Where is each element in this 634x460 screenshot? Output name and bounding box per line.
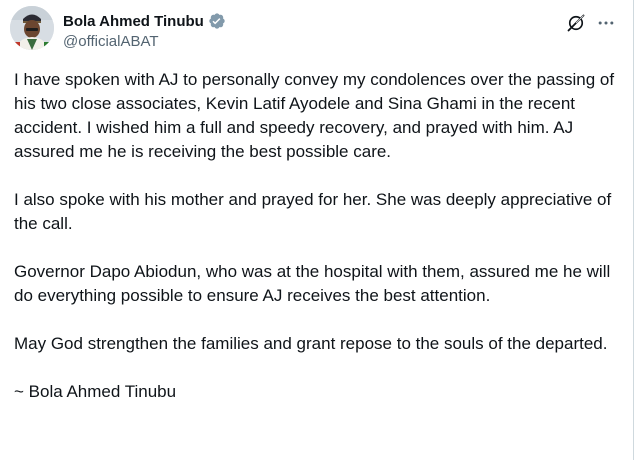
post-paragraph: I have spoken with AJ to personally conv… (14, 70, 615, 161)
verified-badge-icon (208, 12, 226, 30)
display-name[interactable]: Bola Ahmed Tinubu (63, 13, 204, 30)
user-handle[interactable]: @officialABAT (63, 33, 159, 50)
post-paragraph: I also spoke with his mother and prayed … (14, 190, 612, 233)
post-header: Bola Ahmed Tinubu @officialABAT (0, 0, 633, 62)
name-row: Bola Ahmed Tinubu (63, 11, 226, 31)
more-horizontal-icon[interactable] (594, 11, 618, 35)
post-paragraph: May God strengthen the families and gran… (14, 334, 608, 353)
post-signature: ~ Bola Ahmed Tinubu (14, 382, 177, 401)
post-text: I have spoken with AJ to personally conv… (14, 68, 620, 428)
avatar[interactable] (10, 6, 54, 50)
grok-icon[interactable] (566, 13, 586, 33)
post-paragraph: Governor Dapo Abiodun, who was at the ho… (14, 262, 611, 305)
post-card: Bola Ahmed Tinubu @officialABAT I have s… (0, 0, 634, 460)
